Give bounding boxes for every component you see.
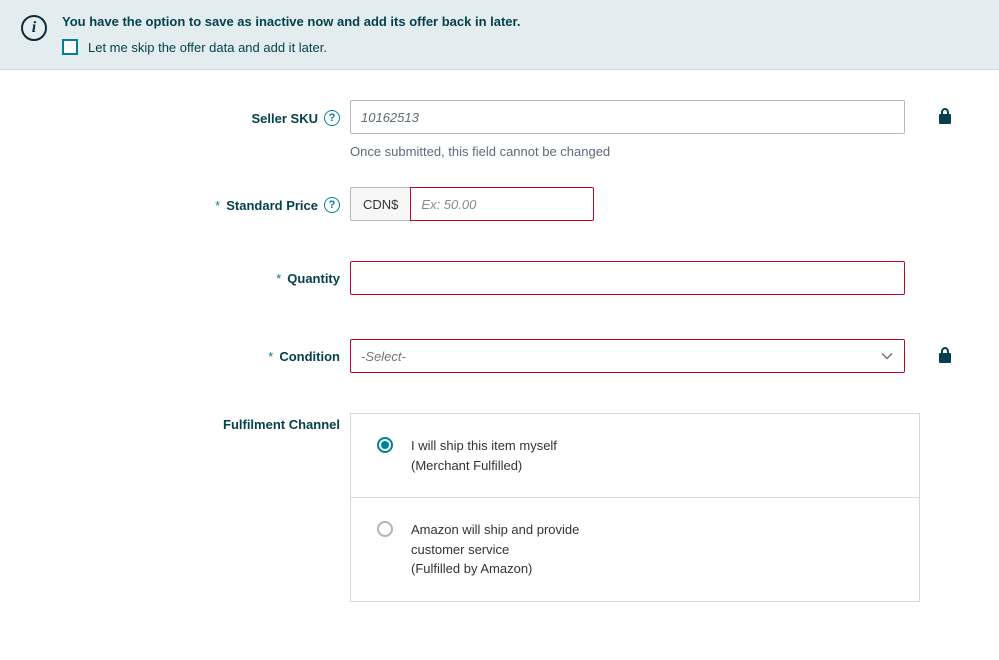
- condition-select[interactable]: -Select-: [350, 339, 905, 373]
- radio-self[interactable]: [377, 437, 393, 453]
- info-icon: i: [20, 14, 48, 42]
- label-quantity: * Quantity: [40, 261, 340, 286]
- notice-body: You have the option to save as inactive …: [62, 14, 979, 55]
- lock-icon: [915, 339, 975, 363]
- help-icon[interactable]: ?: [324, 110, 340, 126]
- row-fulfilment: Fulfilment Channel I will ship this item…: [40, 413, 959, 602]
- radio-amazon[interactable]: [377, 521, 393, 537]
- row-seller-sku: Seller SKU ? Once submitted, this field …: [40, 100, 959, 159]
- skip-offer-checkbox[interactable]: [62, 39, 78, 55]
- fulfilment-option-amazon[interactable]: Amazon will ship and provide customer se…: [351, 497, 919, 601]
- fulfilment-options: I will ship this item myself (Merchant F…: [350, 413, 920, 602]
- row-standard-price: * Standard Price ? CDN$: [40, 187, 959, 221]
- notice-title: You have the option to save as inactive …: [62, 14, 979, 29]
- row-quantity: * Quantity: [40, 261, 959, 295]
- quantity-input[interactable]: [350, 261, 905, 295]
- seller-sku-input[interactable]: [350, 100, 905, 134]
- notice-bar: i You have the option to save as inactiv…: [0, 0, 999, 70]
- help-icon[interactable]: ?: [324, 197, 340, 213]
- seller-sku-helper: Once submitted, this field cannot be cha…: [350, 144, 905, 159]
- label-seller-sku: Seller SKU ?: [40, 100, 340, 126]
- currency-prefix: CDN$: [350, 187, 410, 221]
- row-condition: * Condition -Select-: [40, 339, 959, 373]
- offer-form: Seller SKU ? Once submitted, this field …: [0, 70, 999, 660]
- skip-offer-label: Let me skip the offer data and add it la…: [88, 40, 327, 55]
- lock-icon: [915, 100, 975, 124]
- label-fulfilment: Fulfilment Channel: [40, 413, 340, 432]
- fulfilment-option-self[interactable]: I will ship this item myself (Merchant F…: [351, 414, 919, 497]
- label-standard-price: * Standard Price ?: [40, 187, 340, 213]
- skip-offer-row: Let me skip the offer data and add it la…: [62, 39, 979, 55]
- standard-price-input[interactable]: [410, 187, 594, 221]
- price-input-group: CDN$: [350, 187, 905, 221]
- label-condition: * Condition: [40, 339, 340, 364]
